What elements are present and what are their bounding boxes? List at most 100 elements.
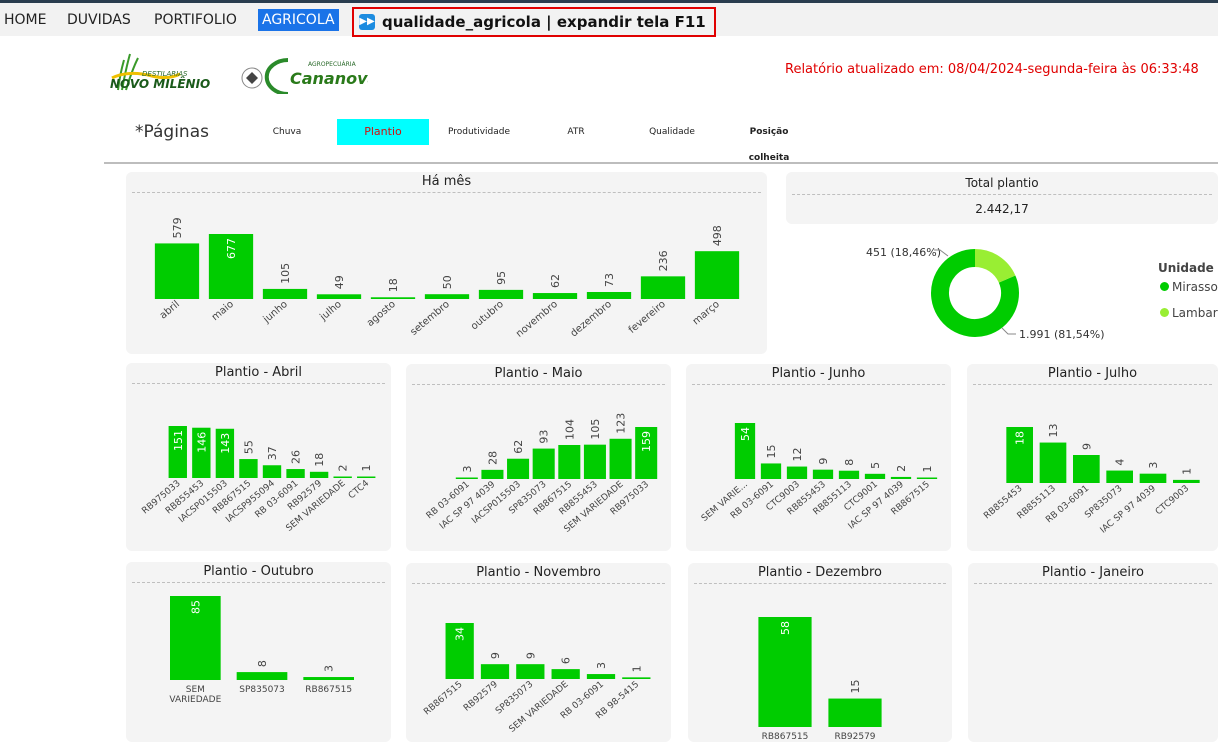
chart-panel-plantio-dezembro: Plantio - Dezembro 58 RB867515 15 RB92579 (688, 563, 952, 742)
bar-rb-03-6091[interactable] (1073, 455, 1100, 483)
bar-agosto[interactable] (370, 297, 416, 299)
chart-panel-plantio-novembro: Plantio - Novembro 34 RB867515 9 RB92579 9 SP8… (406, 563, 671, 742)
nav-portfolio[interactable]: PORTIFOLIO (150, 9, 241, 31)
category-label: setembro (408, 299, 451, 338)
value-label: 93 (538, 430, 551, 444)
value-label: 1 (630, 665, 643, 672)
bar-sem-variedade[interactable] (333, 476, 352, 479)
donut-slice-lambari[interactable] (974, 249, 1016, 284)
value-label: 1 (1180, 468, 1193, 475)
bar-junho[interactable] (262, 288, 308, 299)
bar-julho[interactable] (316, 294, 362, 299)
category-label: RB867515 (762, 732, 809, 742)
legend-dot-mirassol (1160, 282, 1169, 291)
value-label: 1 (360, 465, 373, 472)
category-label: VARIEDADE (169, 695, 221, 705)
bar-chart-svg: 18RB85545313RB8551139RB 03-60914SP835073… (982, 424, 1200, 536)
value-label: 8 (256, 660, 269, 667)
tab-chuva[interactable]: Chuva (258, 119, 316, 145)
nav-duvidas[interactable]: DUVIDAS (63, 9, 135, 31)
bar-rb855113[interactable] (1039, 442, 1067, 483)
value-label: 55 (242, 440, 255, 454)
bar-iac-sp-97-4039[interactable] (890, 476, 912, 479)
bar-outubro[interactable] (478, 289, 524, 299)
legend-item-mirassol[interactable]: Mirassol (1160, 280, 1218, 294)
tab-plantio[interactable]: Plantio (337, 119, 429, 145)
bar-iac-sp-97-4039[interactable] (1139, 473, 1167, 483)
fast-forward-icon[interactable]: ▶▶ (359, 14, 375, 30)
value-label: 9 (817, 458, 830, 465)
bar-rb92579[interactable] (828, 698, 882, 727)
bar-iac-sp-97-4039[interactable] (481, 469, 504, 479)
bar-sp835073[interactable] (532, 448, 555, 479)
tab-atr[interactable]: ATR (556, 119, 596, 145)
pages-label: *Páginas (135, 122, 209, 142)
bar-ctc4[interactable] (357, 476, 376, 479)
tab-posicao-colheita[interactable]: Posição colheita (728, 119, 810, 163)
legend-item-lambari[interactable]: Lambari (1160, 306, 1218, 320)
bar-sp835073[interactable] (516, 664, 545, 679)
value-label: 3 (1147, 462, 1160, 469)
bar-dezembro[interactable] (586, 291, 632, 299)
bar-iacsp955094[interactable] (262, 465, 282, 478)
value-label: 3 (323, 665, 336, 672)
bar-rb92579[interactable] (309, 471, 329, 478)
category-label: maio (210, 299, 236, 323)
category-label: RB92579 (834, 732, 875, 742)
top-navbar: HOME DUVIDAS PORTIFOLIO AGRICOLA ▶▶ qual… (0, 3, 1218, 37)
bar-rb-03-6091[interactable] (455, 477, 478, 480)
bar-chart-svg: 85 SEMVARIEDADE 8 SP835073 3 RB867515 (169, 596, 354, 705)
bar-rb-03-6091[interactable] (286, 469, 305, 478)
value-label: 49 (333, 275, 346, 289)
bar-rb855453[interactable] (812, 469, 834, 479)
nav-home[interactable]: HOME (0, 9, 50, 31)
value-label: 18 (1014, 431, 1027, 445)
bar-sp835073[interactable] (1106, 470, 1133, 483)
bar-iacsp015503[interactable] (507, 458, 530, 479)
value-label: 677 (225, 238, 238, 259)
bar-rb-03-6091[interactable] (760, 463, 782, 479)
bar-setembro[interactable] (424, 294, 470, 299)
bar-novembro[interactable] (532, 293, 578, 299)
value-label: 5 (869, 462, 882, 469)
bar-chart-svg: 58 RB867515 15 RB92579 (758, 617, 882, 742)
value-label: 34 (454, 627, 467, 641)
category-label: SEM (186, 685, 205, 695)
bar-rb867515[interactable] (239, 459, 258, 478)
value-label: 123 (615, 413, 628, 434)
bar-chart-svg: 579 abril 677 maio 105 junho 49 julho 18 agosto 50… (154, 217, 740, 340)
bar-rb867515[interactable] (303, 677, 354, 680)
bar-rb-03-6091[interactable] (586, 674, 616, 679)
value-label: 4 (1114, 459, 1127, 466)
tab-produtividade[interactable]: Produtividade (440, 119, 518, 145)
bar-ctc9001[interactable] (864, 473, 886, 479)
bar-mar-o[interactable] (694, 251, 740, 299)
chart-panel-plantio-janeiro: Plantio - Janeiro (968, 563, 1218, 742)
bar-chart-svg: 151RB975033146RB855453143IACSP01550355RB… (140, 426, 376, 534)
bar-ctc9003[interactable] (786, 466, 808, 479)
bar-rb855453[interactable] (583, 444, 606, 479)
category-label: abril (158, 299, 182, 322)
bar-rb867515[interactable] (558, 444, 581, 479)
nav-agricola[interactable]: AGRICOLA (258, 9, 339, 31)
category-label: CTC9003 (1154, 484, 1191, 518)
bar-sp835073[interactable] (236, 672, 288, 680)
tab-qualidade[interactable]: Qualidade (640, 119, 704, 145)
category-label: novembro (514, 299, 560, 340)
svg-text:AGROPECUÁRIA: AGROPECUÁRIA (308, 61, 357, 68)
value-label: 9 (489, 652, 502, 659)
bar-fevereiro[interactable] (640, 276, 686, 299)
bar-rb855113[interactable] (838, 470, 860, 479)
bar-sem-variedade[interactable] (551, 669, 580, 679)
value-label: 50 (441, 275, 454, 289)
bar-abril[interactable] (154, 243, 200, 299)
bar-rb867515[interactable] (916, 477, 938, 480)
svg-text:NOVO MILÊNIO: NOVO MILÊNIO (110, 76, 210, 91)
bar-rb92579[interactable] (480, 664, 510, 679)
chart-panel-plantio-junho: Plantio - Junho 54 SEM VARIE... 15 RB 03-609… (686, 364, 951, 551)
bar-rb-98-5415[interactable] (622, 677, 651, 679)
bar-sem-variedade[interactable] (609, 438, 632, 479)
category-label: março (691, 299, 722, 328)
bar-ctc9003[interactable] (1173, 479, 1200, 483)
category-label: RB867515 (305, 685, 352, 695)
